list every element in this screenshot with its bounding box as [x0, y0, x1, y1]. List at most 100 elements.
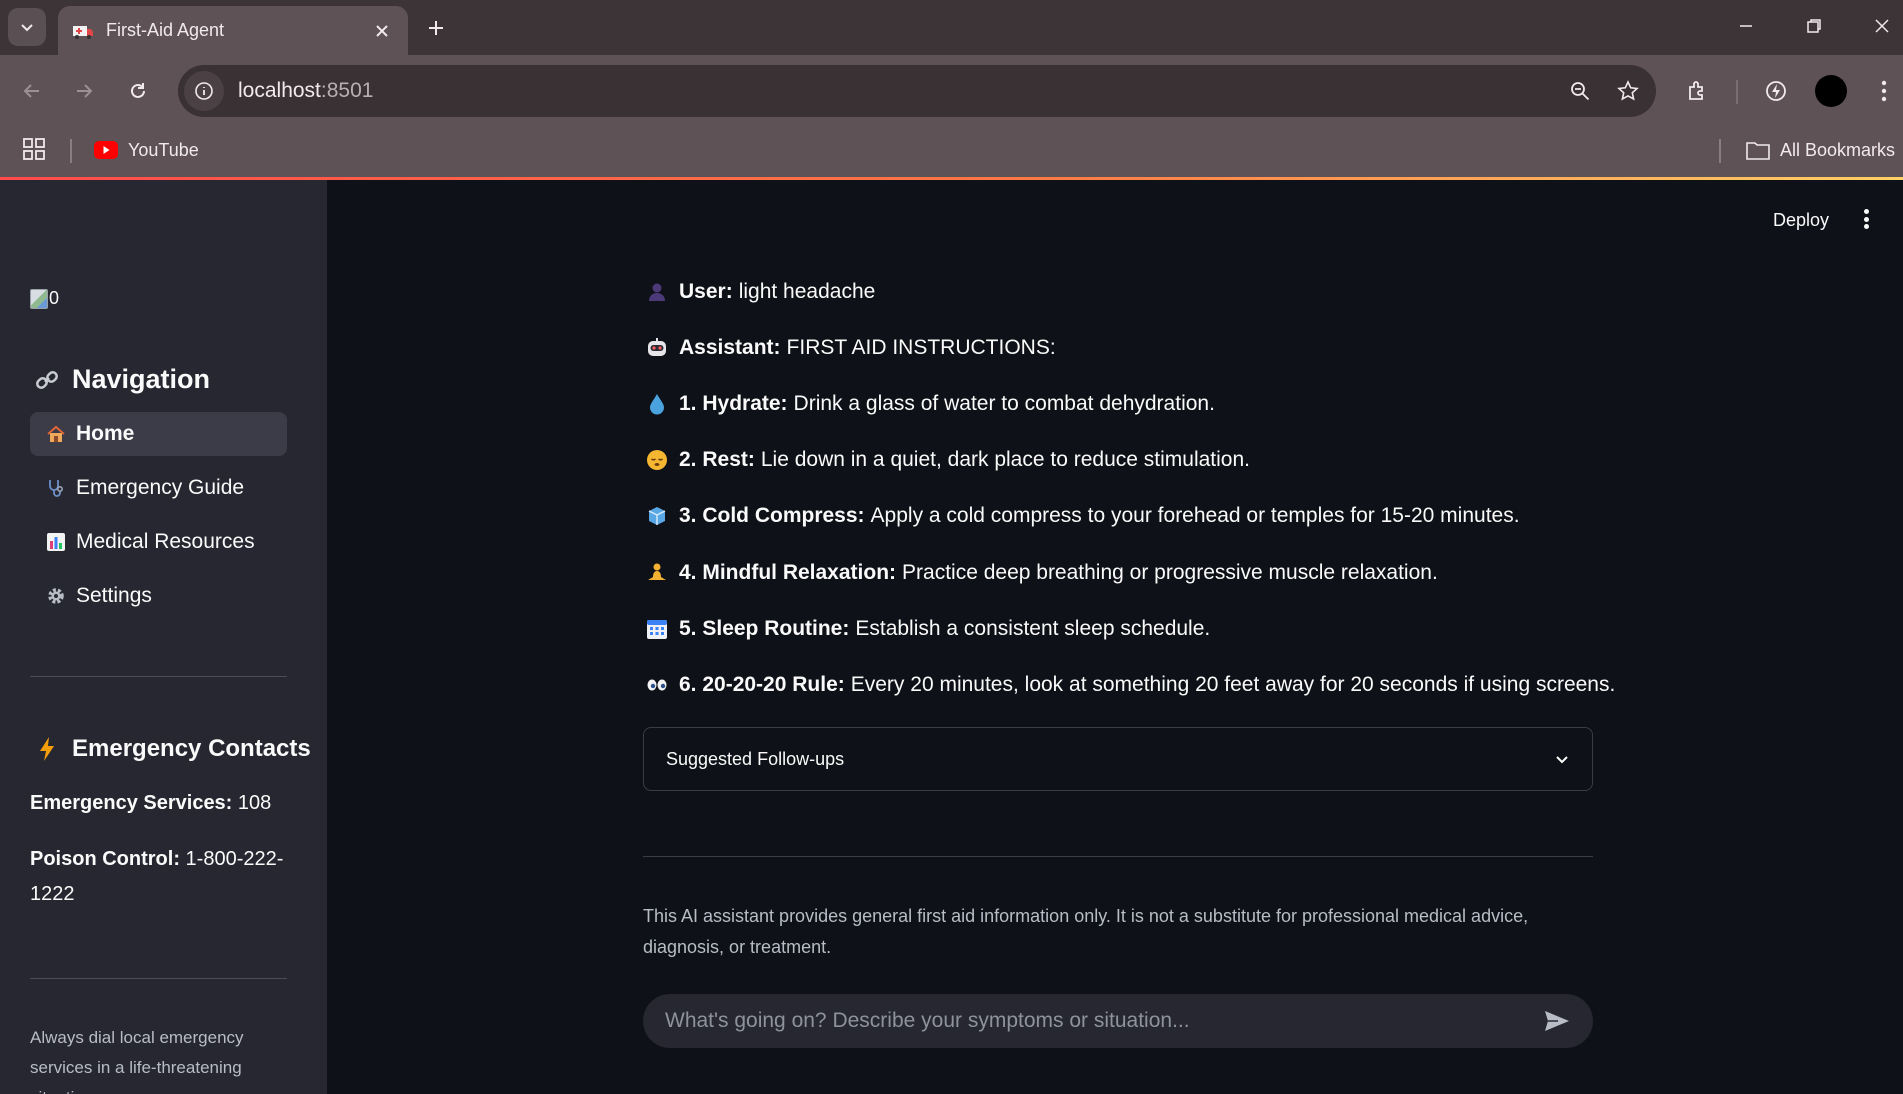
send-icon[interactable] — [1541, 1005, 1573, 1037]
emergency-contacts-heading: Emergency Contacts — [32, 734, 311, 764]
ambulance-icon — [72, 20, 94, 42]
instruction-label: 1. Hydrate: — [679, 392, 788, 415]
chat-input[interactable] — [665, 1009, 1541, 1033]
sleeping-face-icon — [645, 448, 669, 472]
restore-icon[interactable] — [1794, 8, 1834, 44]
site-info-icon[interactable] — [184, 71, 224, 111]
message-text: light headache — [738, 280, 876, 303]
all-bookmarks-label: All Bookmarks — [1780, 139, 1896, 160]
nav-item-home[interactable]: Home — [30, 412, 287, 456]
eyes-icon — [645, 673, 669, 697]
house-icon — [44, 422, 68, 446]
instruction-item: 3. Cold Compress: Apply a cold compress t… — [645, 504, 1645, 528]
instruction-text: Drink a glass of water to combat dehydra… — [793, 392, 1215, 415]
nav-item-label: Emergency Guide — [76, 476, 245, 499]
profile-avatar[interactable] — [1815, 75, 1847, 107]
close-window-icon[interactable] — [1862, 8, 1902, 44]
instruction-text: Every 20 minutes, look at something 20 f… — [850, 673, 1616, 696]
bookmarks-divider-right — [1719, 139, 1721, 163]
close-tab-icon[interactable] — [370, 19, 394, 43]
address-bar[interactable]: localhost:8501 — [178, 65, 1656, 117]
suggested-followups-expander[interactable]: Suggested Follow-ups — [643, 727, 1593, 791]
nav-item-label: Home — [76, 422, 135, 445]
all-bookmarks-button[interactable]: All Bookmarks — [1746, 135, 1895, 165]
browser-chrome: First-Aid Agent localhost:8501 YouTube A… — [0, 0, 1903, 181]
minimize-icon[interactable] — [1726, 8, 1766, 44]
chat-message-assistant: Assistant: FIRST AID INSTRUCTIONS: — [645, 336, 1645, 360]
instruction-item: 2. Rest: Lie down in a quiet, dark place … — [645, 448, 1645, 472]
contact-emergency-services: Emergency Services: 108 — [30, 786, 287, 821]
navigation-heading-text: Navigation — [72, 364, 211, 394]
forward-arrow-icon[interactable] — [64, 71, 104, 111]
bookmarks-bar: YouTube All Bookmarks — [0, 127, 1903, 173]
browser-toolbar: localhost:8501 YouTube All Bookmarks — [0, 55, 1903, 181]
instruction-item: 4. Mindful Relaxation: Practice deep brea… — [645, 561, 1645, 585]
bookmark-youtube-label: YouTube — [128, 139, 199, 160]
nav-item-emergency-guide[interactable]: Emergency Guide — [30, 466, 287, 510]
robot-icon — [645, 336, 669, 360]
instruction-label: 6. 20-20-20 Rule: — [679, 673, 845, 696]
tab-strip: First-Aid Agent — [0, 0, 1903, 55]
link-icon — [32, 365, 62, 395]
instruction-item: 1. Hydrate: Drink a glass of water to com… — [645, 392, 1645, 416]
content-divider — [643, 856, 1593, 857]
url-host: localhost — [238, 79, 321, 102]
back-arrow-icon[interactable] — [12, 71, 52, 111]
navigation-heading: Navigation — [32, 364, 210, 395]
contact-poison-control: Poison Control: 1-800-222-1222 — [30, 842, 287, 912]
sidebar-divider — [30, 978, 287, 979]
gear-icon — [44, 584, 68, 608]
zoom-icon[interactable] — [1560, 71, 1600, 111]
contact-label: Emergency Services: — [30, 792, 233, 814]
instruction-text: Apply a cold compress to your forehead o… — [870, 504, 1520, 527]
chat-input-container — [643, 994, 1593, 1048]
instruction-label: 4. Mindful Relaxation: — [679, 561, 897, 584]
browser-menu-icon[interactable] — [1864, 71, 1903, 111]
instruction-item: 6. 20-20-20 Rule: Every 20 minutes, look … — [645, 673, 1645, 697]
app-menu-icon[interactable] — [1857, 206, 1875, 232]
instruction-label: 5. Sleep Routine: — [679, 617, 850, 640]
tab-title: First-Aid Agent — [106, 20, 225, 40]
apps-grid-icon[interactable] — [22, 137, 50, 165]
contact-value: 108 — [237, 792, 272, 814]
nav-list: Home Emergency Guide Medical Resources S… — [30, 412, 287, 628]
message-label: Assistant: — [679, 336, 781, 359]
toolbar-divider — [1736, 80, 1738, 104]
url-text[interactable]: localhost:8501 — [238, 79, 1560, 103]
youtube-icon — [94, 141, 118, 159]
bookmark-star-icon[interactable] — [1608, 71, 1648, 111]
instruction-label: 2. Rest: — [679, 448, 755, 471]
meditation-icon — [645, 561, 669, 585]
sidebar-logo: 0 — [30, 288, 59, 309]
bar-chart-icon — [44, 530, 68, 554]
message-label: User: — [679, 280, 733, 303]
url-port: :8501 — [320, 79, 374, 102]
nav-item-label: Settings — [76, 584, 152, 607]
calendar-icon — [645, 617, 669, 641]
nav-item-settings[interactable]: Settings — [30, 574, 287, 618]
reload-icon[interactable] — [118, 71, 158, 111]
tab-search-button[interactable] — [8, 8, 46, 46]
instruction-label: 3. Cold Compress: — [679, 504, 865, 527]
deploy-button[interactable]: Deploy — [1773, 210, 1829, 231]
bookmark-youtube[interactable]: YouTube — [94, 135, 199, 165]
chevron-down-icon — [1556, 756, 1568, 764]
broken-image-icon — [30, 289, 48, 309]
instruction-text: Practice deep breathing or progressive m… — [902, 561, 1438, 584]
instruction-text: Lie down in a quiet, dark place to reduc… — [760, 448, 1250, 471]
main-content: Deploy User: light headache Assistant: FIR… — [327, 180, 1903, 1094]
performance-icon[interactable] — [1756, 71, 1796, 111]
sidebar-footnote: Always dial local emergency services in … — [30, 1028, 244, 1094]
extensions-icon[interactable] — [1678, 71, 1718, 111]
tab-first-aid-agent[interactable]: First-Aid Agent — [58, 6, 408, 55]
sidebar: 0 Navigation Home Emergency Guide Medica… — [0, 180, 327, 1094]
logo-alt-text: 0 — [49, 288, 60, 308]
user-icon — [645, 280, 669, 304]
new-tab-icon[interactable] — [420, 12, 452, 44]
stethoscope-icon — [44, 476, 68, 500]
sidebar-divider — [30, 676, 287, 677]
contact-label: Poison Control: — [30, 848, 180, 870]
emergency-contacts-heading-text: Emergency Contacts — [72, 735, 311, 762]
nav-item-medical-resources[interactable]: Medical Resources — [30, 520, 287, 564]
chat-message-user: User: light headache — [645, 280, 1645, 304]
